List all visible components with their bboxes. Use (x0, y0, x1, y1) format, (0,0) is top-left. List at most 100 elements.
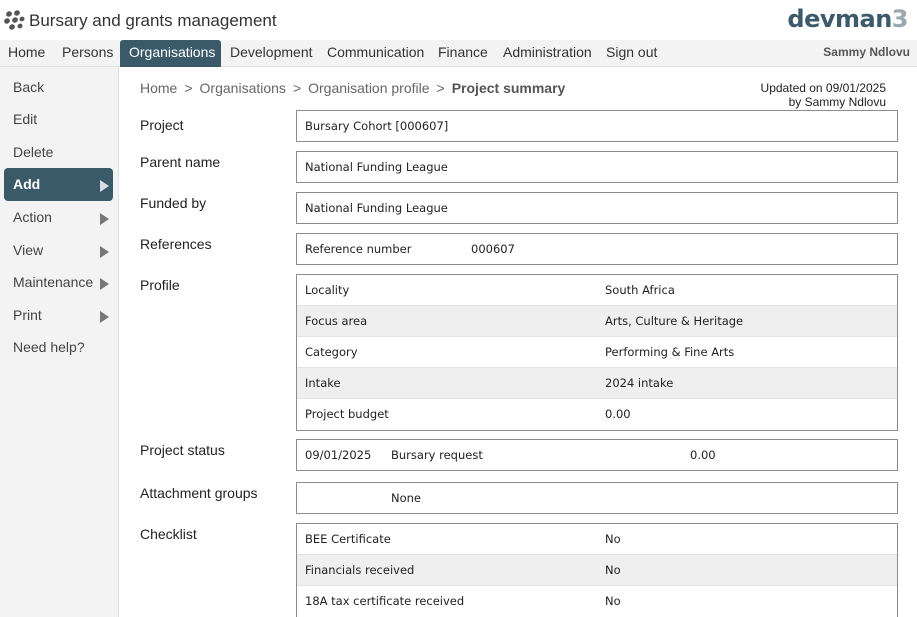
brand-suffix: 3 (891, 5, 909, 33)
sidebar-edit[interactable]: Edit (4, 103, 113, 136)
table-row: Focus area Arts, Culture & Heritage (297, 306, 897, 337)
table-row: Financials received No (297, 555, 897, 586)
nav-persons[interactable]: Persons (62, 40, 113, 67)
breadcrumb-current: Project summary (451, 80, 566, 96)
sidebar-item-label: Delete (13, 144, 54, 160)
breadcrumb-separator: > (436, 80, 445, 96)
references-label: References (140, 236, 212, 252)
checklist-row-label: Financials received (305, 563, 415, 577)
funded-by-value: National Funding League (305, 201, 448, 215)
profile-row-label: Project budget (305, 407, 389, 421)
sidebar-item-label: Edit (13, 111, 38, 127)
checklist-row-label: 18A tax certificate received (305, 594, 465, 608)
project-label: Project (140, 117, 184, 133)
nav-finance[interactable]: Finance (438, 40, 488, 67)
breadcrumb-home[interactable]: Home (140, 80, 177, 96)
sidebar-item-label: Add (13, 176, 41, 192)
paw-cluster-icon (4, 10, 25, 30)
checklist-row-value: No (605, 594, 621, 608)
project-field: Bursary Cohort [000607] (296, 110, 898, 142)
sidebar-help[interactable]: Need help? (4, 331, 113, 364)
sidebar-item-label: Action (13, 209, 52, 225)
submenu-arrow-icon (100, 180, 109, 192)
profile-row-value: Arts, Culture & Heritage (605, 314, 744, 328)
brand-name: devman (787, 5, 892, 33)
reference-number-label: Reference number (305, 242, 412, 256)
table-row: 18A tax certificate received No (297, 586, 897, 617)
profile-row-value: South Africa (605, 283, 675, 297)
updated-info: Updated on 09/01/2025 by Sammy Ndlovu (761, 81, 886, 109)
table-row: Project budget 0.00 (297, 399, 897, 430)
status-type[interactable]: Bursary request (391, 440, 483, 470)
project-status-label: Project status (140, 442, 225, 458)
updated-by: by Sammy Ndlovu (788, 95, 886, 109)
sidebar-item-label: Maintenance (13, 274, 94, 290)
sidebar-back[interactable]: Back (4, 71, 113, 104)
top-nav: Home Persons Organisations Development C… (0, 40, 917, 67)
sidebar-maintenance[interactable]: Maintenance (4, 266, 113, 299)
nav-communication[interactable]: Communication (327, 40, 424, 67)
checklist-label: Checklist (140, 526, 197, 542)
sidebar-item-label: Print (13, 307, 42, 323)
app-title: Bursary and grants management (29, 11, 277, 30)
updated-date: Updated on 09/01/2025 (760, 81, 886, 95)
reference-number-value: 000607 (471, 242, 515, 256)
breadcrumb-separator: > (184, 80, 193, 96)
brand-logo[interactable]: devman3 (787, 5, 908, 33)
parent-name-field: National Funding League (296, 151, 898, 183)
attachment-groups-value: None (391, 491, 422, 505)
profile-row-label: Focus area (305, 314, 368, 328)
checklist-table: BEE Certificate No Financials received No … (296, 523, 898, 617)
sidebar: Back Edit Delete Add Action View Mainten… (0, 67, 119, 617)
project-status-field: 09/01/2025 Bursary request 0.00 (296, 439, 898, 471)
sidebar-item-label: Need help? (13, 339, 85, 355)
sidebar-view[interactable]: View (4, 234, 113, 267)
current-user[interactable]: Sammy Ndlovu (823, 40, 910, 64)
project-value: Bursary Cohort [000607] (305, 119, 449, 133)
submenu-arrow-icon (100, 311, 109, 323)
sidebar-add[interactable]: Add (4, 168, 113, 201)
nav-home[interactable]: Home (8, 40, 45, 67)
checklist-row-label: BEE Certificate (305, 532, 391, 546)
profile-row-label: Locality (305, 283, 350, 297)
attachment-groups-label: Attachment groups (140, 485, 258, 501)
attachment-groups-field: None (296, 482, 898, 514)
breadcrumb-separator: > (292, 80, 302, 96)
nav-administration[interactable]: Administration (503, 40, 592, 67)
table-row: Locality South Africa (297, 275, 897, 306)
breadcrumb-organisation-profile[interactable]: Organisation profile (308, 80, 429, 96)
breadcrumb-organisations[interactable]: Organisations (200, 80, 286, 96)
breadcrumb: Home > Organisations > Organisation profile >… (140, 80, 565, 96)
sidebar-item-label: Back (13, 79, 45, 95)
table-row: Category Performing & Fine Arts (297, 337, 897, 368)
status-amount: 0.00 (690, 448, 716, 462)
profile-row-label: Intake (305, 376, 341, 390)
sidebar-print[interactable]: Print (4, 299, 113, 332)
submenu-arrow-icon (100, 213, 109, 225)
funded-by-label: Funded by (140, 195, 207, 211)
checklist-row-value: No (605, 532, 621, 546)
parent-name-value: National Funding League (305, 160, 448, 174)
table-row: BEE Certificate No (297, 524, 897, 555)
sidebar-action[interactable]: Action (4, 201, 113, 234)
app-header: Bursary and grants management devman3 (0, 0, 917, 40)
submenu-arrow-icon (100, 278, 109, 290)
funded-by-field: National Funding League (296, 192, 898, 224)
submenu-arrow-icon (100, 246, 109, 258)
sidebar-delete[interactable]: Delete (4, 136, 113, 169)
status-date: 09/01/2025 (305, 448, 372, 462)
profile-row-value: Performing & Fine Arts (605, 345, 735, 359)
profile-label: Profile (140, 277, 180, 293)
profile-row-value: 0.00 (605, 407, 631, 421)
profile-row-value: 2024 intake (605, 376, 674, 390)
parent-name-label: Parent name (140, 154, 221, 170)
nav-organisations[interactable]: Organisations (120, 40, 221, 67)
table-row: Intake 2024 intake (297, 368, 897, 399)
references-field: Reference number 000607 (296, 233, 898, 265)
profile-table: Locality South Africa Focus area Arts, Cul… (296, 274, 898, 431)
nav-sign-out[interactable]: Sign out (606, 40, 657, 67)
checklist-row-value: No (605, 563, 621, 577)
sidebar-item-label: View (13, 242, 44, 258)
nav-development[interactable]: Development (230, 40, 313, 67)
profile-row-label: Category (305, 345, 358, 359)
